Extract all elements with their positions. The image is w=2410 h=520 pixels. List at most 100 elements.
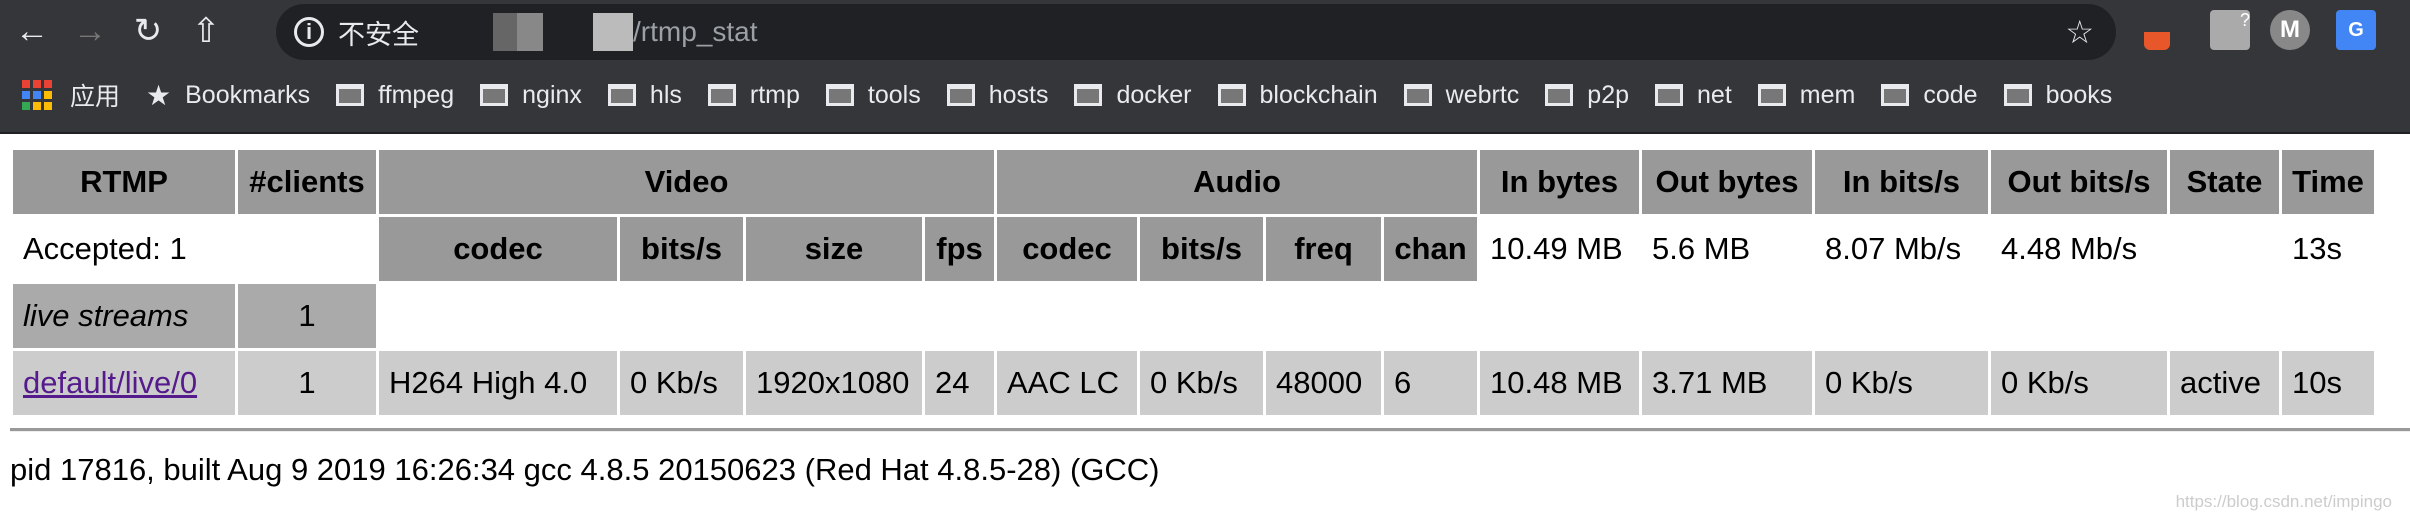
header-video-size: size: [746, 217, 922, 281]
bookmark-folder[interactable]: docker: [1074, 81, 1192, 110]
header-clients: #clients: [238, 150, 376, 214]
mail-extension-icon[interactable]: ?: [2210, 10, 2250, 50]
header-time: Time: [2282, 150, 2374, 214]
stream-in-bytes: 10.48 MB: [1480, 351, 1639, 415]
stream-in-bits: 0 Kb/s: [1815, 351, 1988, 415]
header-video-fps: fps: [925, 217, 994, 281]
video-bits: 0 Kb/s: [620, 351, 743, 415]
header-audio-freq: freq: [1266, 217, 1381, 281]
folder-icon: [825, 84, 854, 106]
header-audio-chan: chan: [1384, 217, 1477, 281]
application-clients: 1: [238, 284, 376, 348]
folder-icon: [2003, 84, 2032, 106]
bookmark-apps[interactable]: 应用: [70, 77, 120, 113]
header-audio-codec: codec: [997, 217, 1137, 281]
header-in-bytes: In bytes: [1480, 150, 1639, 214]
folder-icon: [1545, 84, 1574, 106]
back-arrow-icon[interactable]: ←: [6, 5, 58, 57]
folder-icon: [607, 84, 636, 106]
bookmark-folder[interactable]: blockchain: [1217, 81, 1378, 110]
watermark: https://blog.csdn.net/impingo: [2175, 492, 2392, 511]
stream-state: active: [2170, 351, 2279, 415]
redacted-host: [433, 13, 633, 51]
stream-out-bits: 0 Kb/s: [1991, 351, 2167, 415]
bookmark-folder[interactable]: webrtc: [1403, 81, 1519, 110]
table-row: default/live/0 1 H264 High 4.0 0 Kb/s 19…: [13, 351, 2374, 415]
apps-grid-icon[interactable]: [22, 80, 52, 110]
header-row: RTMP #clients Video Audio In bytes Out b…: [13, 150, 2374, 214]
header-state: State: [2170, 150, 2279, 214]
bookmark-folder[interactable]: mem: [1757, 81, 1855, 110]
stream-time: 10s: [2282, 351, 2374, 415]
header-audio: Audio: [997, 150, 1477, 214]
folder-icon: [480, 84, 509, 106]
folder-icon: [1881, 84, 1910, 106]
stream-link[interactable]: default/live/0: [23, 365, 197, 400]
bookmarks-bar: 应用 ★ Bookmarks ffmpeg nginx hls rtmp tool…: [0, 72, 2138, 118]
folder-icon: [1074, 84, 1103, 106]
bookmark-folder[interactable]: hosts: [946, 81, 1048, 110]
bookmark-folder[interactable]: net: [1655, 81, 1732, 110]
audio-chan: 6: [1384, 351, 1477, 415]
m-extension-icon[interactable]: M: [2270, 10, 2310, 50]
bookmark-folder[interactable]: books: [2003, 81, 2112, 110]
header-video-bits: bits/s: [620, 217, 743, 281]
star-icon[interactable]: ☆: [2065, 13, 2094, 51]
folder-icon: [336, 84, 365, 106]
header-video-codec: codec: [379, 217, 617, 281]
info-icon[interactable]: i: [294, 17, 324, 47]
audio-bits: 0 Kb/s: [1140, 351, 1263, 415]
folder-icon: [1217, 84, 1246, 106]
header-out-bits: Out bits/s: [1991, 150, 2167, 214]
header-audio-bits: bits/s: [1140, 217, 1263, 281]
home-icon[interactable]: ⇧: [180, 5, 232, 57]
accepted-count: Accepted: 1: [23, 231, 187, 266]
forward-arrow-icon[interactable]: →: [64, 5, 116, 57]
total-in-bytes: 10.49 MB: [1490, 231, 1623, 266]
security-label: 不安全: [338, 19, 419, 51]
total-out-bytes: 5.6 MB: [1652, 231, 1751, 266]
video-size: 1920x1080: [746, 351, 922, 415]
bookmark-folder[interactable]: ffmpeg: [336, 81, 454, 110]
rtmp-stat-table: RTMP #clients Video Audio In bytes Out b…: [10, 147, 2377, 418]
bookmark-folder[interactable]: rtmp: [707, 81, 800, 110]
total-out-bits: 4.48 Mb/s: [2001, 231, 2138, 266]
divider: [10, 428, 2410, 432]
audio-codec: AAC LC: [997, 351, 1137, 415]
stream-cell: default/live/0: [13, 351, 235, 415]
header-video: Video: [379, 150, 994, 214]
translate-extension-icon[interactable]: G: [2336, 10, 2376, 50]
subheader-row: Accepted: 1 codec bits/s size fps codec …: [13, 217, 2374, 281]
header-out-bytes: Out bytes: [1642, 150, 1812, 214]
audio-freq: 48000: [1266, 351, 1381, 415]
bookmark-folder[interactable]: tools: [825, 81, 921, 110]
reload-icon[interactable]: ↻: [122, 5, 174, 57]
build-info: pid 17816, built Aug 9 2019 16:26:34 gcc…: [10, 452, 1160, 487]
application-row: live streams 1: [13, 284, 2374, 348]
stream-clients: 1: [238, 351, 376, 415]
folder-icon: [1757, 84, 1786, 106]
total-state: [2170, 217, 2279, 281]
browser-chrome: ← → ↻ ⇧ i 不安全 /rtmp_stat ☆ ? M G 应用 ★ Boo…: [0, 0, 2410, 134]
bookmark-folder[interactable]: p2p: [1545, 81, 1629, 110]
stream-out-bytes: 3.71 MB: [1642, 351, 1812, 415]
address-bar[interactable]: i 不安全 /rtmp_stat ☆: [276, 4, 2116, 60]
extension-icon[interactable]: [2144, 10, 2170, 50]
total-time: 13s: [2292, 231, 2342, 266]
bookmark-bookmarks[interactable]: ★ Bookmarks: [146, 79, 310, 112]
total-in-bits: 8.07 Mb/s: [1825, 231, 1962, 266]
folder-icon: [946, 84, 975, 106]
star-filled-icon: ★: [146, 79, 172, 111]
nav-bar: ← → ↻ ⇧: [0, 0, 232, 62]
bookmark-folder[interactable]: code: [1881, 81, 1978, 110]
bookmark-folder[interactable]: nginx: [480, 81, 582, 110]
header-rtmp: RTMP: [13, 150, 235, 214]
url-text[interactable]: /rtmp_stat: [633, 16, 757, 48]
folder-icon: [1655, 84, 1684, 106]
video-codec: H264 High 4.0: [379, 351, 617, 415]
video-fps: 24: [925, 351, 994, 415]
bookmark-folder[interactable]: hls: [607, 81, 682, 110]
application-name: live streams: [13, 284, 235, 348]
header-in-bits: In bits/s: [1815, 150, 1988, 214]
folder-icon: [1403, 84, 1432, 106]
